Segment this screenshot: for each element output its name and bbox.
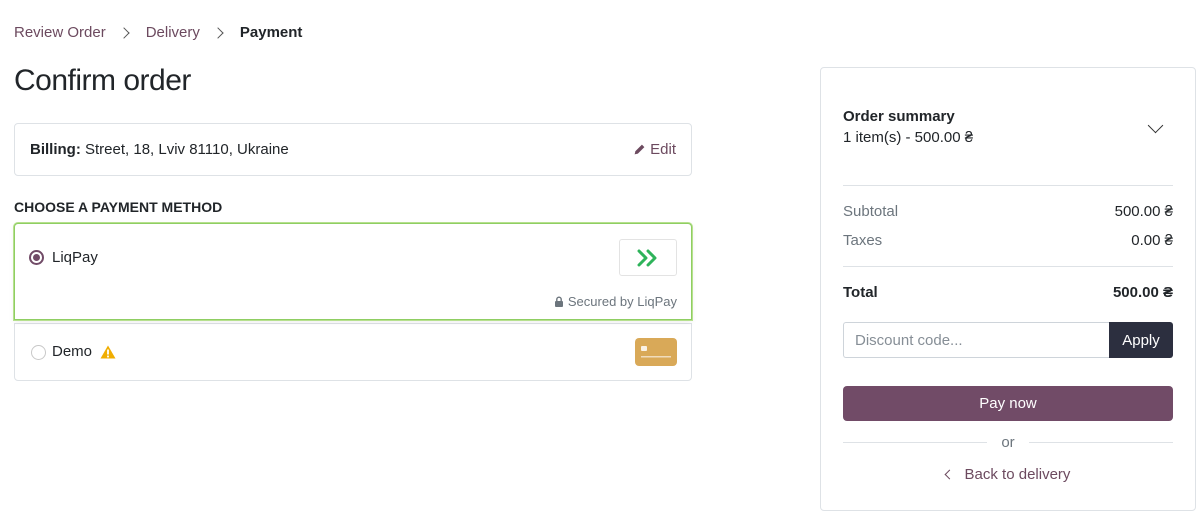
total-row: Total 500.00 ₴ xyxy=(843,284,1173,301)
pay-now-button[interactable]: Pay now xyxy=(843,386,1173,421)
secured-notice: Secured by LiqPay xyxy=(554,294,677,309)
breadcrumb-review-order[interactable]: Review Order xyxy=(14,24,106,41)
subtotal-row: Subtotal 500.00 ₴ xyxy=(843,203,1173,220)
breadcrumb-payment: Payment xyxy=(239,24,303,41)
payment-label-demo-wrap: Demo xyxy=(52,343,116,360)
subtotal-label: Subtotal xyxy=(843,203,899,220)
liqpay-logo-icon xyxy=(619,239,677,276)
chevron-right-icon xyxy=(118,26,130,39)
order-summary-title: Order summary xyxy=(843,108,955,125)
divider xyxy=(1028,442,1173,443)
order-summary-header: Order summary 1 item(s) - 500.00 ₴ xyxy=(843,108,973,146)
radio-liqpay[interactable] xyxy=(29,250,44,265)
payment-method-heading: CHOOSE A PAYMENT METHOD xyxy=(14,199,223,215)
order-summary-items: 1 item(s) - 500.00 ₴ xyxy=(843,129,974,146)
edit-billing-link[interactable]: Edit xyxy=(633,141,676,158)
payment-option-liqpay[interactable]: LiqPay Secured by LiqPay xyxy=(14,223,692,320)
secured-text: Secured by LiqPay xyxy=(567,294,677,309)
or-text: or xyxy=(1001,434,1015,451)
card-icon xyxy=(635,338,677,366)
payment-label-demo: Demo xyxy=(52,343,93,360)
payment-methods-list: LiqPay Secured by LiqPay Demo xyxy=(14,223,692,381)
chevron-left-icon xyxy=(944,469,954,480)
order-summary-panel: Order summary 1 item(s) - 500.00 ₴ Subto… xyxy=(820,67,1196,511)
subtotal-value: 500.00 ₴ xyxy=(1114,203,1173,220)
apply-button[interactable]: Apply xyxy=(1109,322,1173,358)
back-to-delivery-label: Back to delivery xyxy=(964,466,1071,483)
discount-form: Apply xyxy=(843,322,1173,358)
billing-label: Billing: xyxy=(30,141,85,158)
payment-option-demo[interactable]: Demo xyxy=(14,323,692,381)
divider xyxy=(843,266,1173,267)
or-separator: or xyxy=(843,434,1173,451)
edit-label: Edit xyxy=(650,141,676,158)
pencil-icon xyxy=(634,144,645,155)
chevron-right-icon xyxy=(212,26,224,39)
radio-demo[interactable] xyxy=(31,345,46,360)
billing-address: Street, 18, Lviv 81110, Ukraine xyxy=(85,141,289,158)
taxes-row: Taxes 0.00 ₴ xyxy=(843,232,1173,249)
breadcrumb-delivery[interactable]: Delivery xyxy=(146,24,200,41)
billing-address-box: Billing: Street, 18, Lviv 81110, Ukraine… xyxy=(14,123,692,176)
taxes-label: Taxes xyxy=(843,232,883,249)
breadcrumb: Review Order Delivery Payment xyxy=(14,24,302,41)
chevron-down-icon[interactable] xyxy=(1147,117,1164,134)
warning-icon xyxy=(100,345,116,358)
total-label: Total xyxy=(843,284,878,301)
page-title: Confirm order xyxy=(14,64,191,97)
back-to-delivery-link[interactable]: Back to delivery xyxy=(821,466,1195,483)
divider xyxy=(843,442,988,443)
payment-label-liqpay: LiqPay xyxy=(52,249,98,266)
divider xyxy=(843,185,1173,186)
lock-icon xyxy=(554,296,563,307)
discount-code-input[interactable] xyxy=(843,322,1109,358)
billing-text: Billing: Street, 18, Lviv 81110, Ukraine xyxy=(30,141,289,158)
taxes-value: 0.00 ₴ xyxy=(1131,232,1173,249)
total-value: 500.00 ₴ xyxy=(1112,284,1173,301)
